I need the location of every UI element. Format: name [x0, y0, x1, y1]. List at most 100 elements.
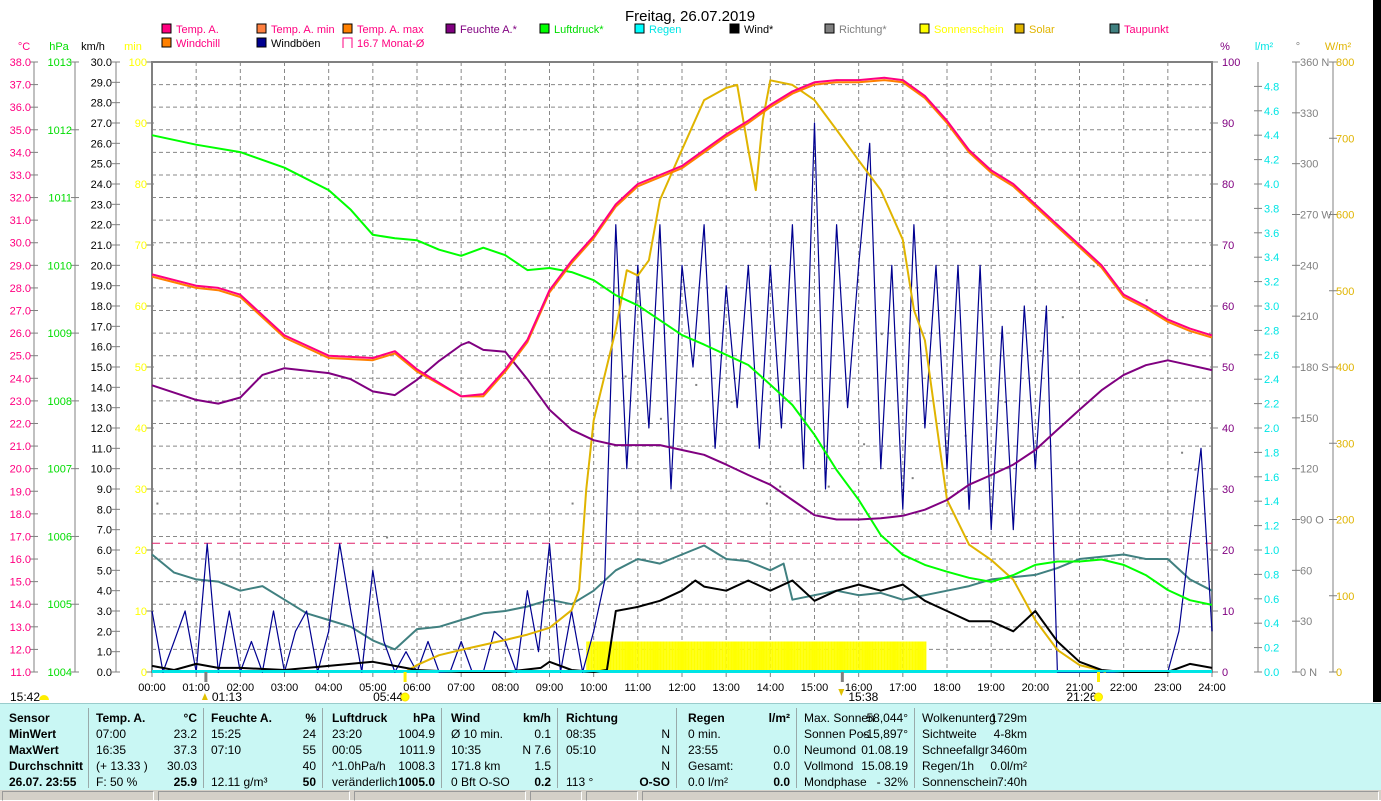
axis-tick-label: 17.0 — [91, 321, 112, 333]
axis-tick-label: 210 — [1300, 311, 1318, 323]
axis-tick-label: 1010 — [48, 260, 72, 272]
axis-tick-label: 300 — [1300, 159, 1318, 171]
row-label: 07:00 — [96, 727, 127, 741]
axis-tick-label: 14.0 — [91, 382, 112, 394]
row-label: Durchschnitt — [9, 759, 84, 773]
info-row: Regen/1h 0.0l/m² — [922, 758, 1027, 774]
axis-tick-label: 0 — [141, 667, 147, 679]
row-value: N — [661, 759, 670, 773]
row-value: 37.3 — [173, 743, 197, 757]
axis-tick-label: 13.0 — [10, 622, 31, 634]
axis-tick-label: 0 — [1336, 667, 1342, 679]
legend-item: 16.7 Monat-Ø — [342, 37, 425, 50]
info-row: Schneefallgr 3460m — [922, 742, 1027, 758]
column-header: Sensor — [9, 710, 82, 726]
axis-tick-label: 400 — [1336, 362, 1354, 374]
table-row: 15:25 24 — [211, 726, 316, 742]
info-label: Sonnen Pos — [804, 727, 870, 741]
table-row: MinWert — [9, 726, 82, 742]
axis-tick-label: 30 — [1222, 484, 1234, 496]
axis-rain: l/m² 0.0 0.2 0.4 0.6 0.8 1.0 1.2 1.4 1.6 1.8 2.0 2.2… — [1254, 41, 1279, 679]
axis-tick-label: 90 — [135, 118, 147, 130]
row-label: 0 Bft O-SO — [451, 775, 510, 789]
axis-tick-label: 17.0 — [10, 531, 31, 543]
axis-tick-label: 0.8 — [1264, 569, 1279, 581]
axis-tick-label: 3.2 — [1264, 277, 1279, 289]
direction-dot — [779, 485, 782, 488]
direction-dot — [863, 443, 866, 446]
time-marker-label: 15:38 — [848, 690, 878, 703]
row-value: 1.5 — [534, 759, 551, 773]
row-label: 16:35 — [96, 743, 127, 757]
axis-tick-label: 1.4 — [1264, 496, 1279, 508]
row-label: 26.07. 23:55 — [9, 775, 77, 789]
legend-swatch — [824, 23, 835, 34]
info-row: Wolkenunterg 1729m — [922, 710, 1027, 726]
legend-item: Wind* — [729, 23, 774, 36]
row-label: Ø 10 min. — [451, 727, 504, 741]
axis-tick-label: 270 W — [1300, 210, 1332, 222]
row-label: 23:20 — [332, 727, 363, 741]
axis-tick-label: 2.4 — [1264, 374, 1279, 386]
header-label: Feuchte A. — [211, 711, 272, 725]
axis-tick-label: 28.0 — [91, 98, 112, 110]
axis-tick-label: 300 — [1336, 438, 1354, 450]
axis-tick-label: 9.0 — [97, 484, 112, 496]
statistics-table: Sensor MinWert MaxWert Durchschnitt 26.07. 2… — [0, 703, 1381, 791]
axis-tick-label: 18.0 — [91, 301, 112, 313]
info-label: Sonnenschein — [922, 775, 999, 789]
axis-tick-label: 21.0 — [91, 240, 112, 252]
axis-tick-label: 38.0 — [10, 57, 31, 69]
axis-tick-label: 6.0 — [97, 545, 112, 557]
axis-tick-label: 1.0 — [97, 647, 112, 659]
axis-tick-label: 1013 — [48, 57, 72, 69]
axis-press: hPa 1004 1005 1006 1007 1008 1009 1010 1011 1012 1… — [48, 41, 79, 679]
time-marker-label: 15:42 — [10, 690, 40, 703]
row-value: 55 — [302, 743, 316, 757]
row-label: Gesamt: — [688, 759, 734, 773]
direction-dot — [624, 375, 627, 378]
x-tick-label: 04:00 — [315, 682, 343, 694]
info-label: Neumond — [804, 743, 857, 757]
direction-dot — [659, 417, 662, 420]
axis-tick-label: 34.0 — [10, 147, 31, 159]
table-row: 23:20 1004.9 — [332, 726, 435, 742]
direction-dot — [1181, 451, 1184, 454]
axis-tick-label: 25.0 — [10, 351, 31, 363]
axis-tick-label: 180 S — [1300, 362, 1329, 374]
row-label: 00:05 — [332, 743, 363, 757]
axis-tick-label: 70 — [1222, 240, 1234, 252]
row-label: 113 ° — [566, 775, 594, 789]
info-value: - 32% — [876, 775, 908, 789]
axis-tick-label: 33.0 — [10, 170, 31, 182]
legend-item: Solar — [1014, 23, 1055, 36]
row-label: MaxWert — [9, 743, 59, 757]
axis-tick-label: 1012 — [48, 125, 72, 137]
x-tick-label: 11:00 — [624, 682, 651, 694]
axis-dir: ° 0 N 30 60 90 O 120 150 180 S 210 240 270 W 300 330… — [1292, 41, 1332, 679]
axis-tick-label: 0.6 — [1264, 594, 1279, 606]
time-marker-label: 21:26 — [1066, 690, 1096, 703]
x-tick-label: 07:00 — [447, 682, 475, 694]
row-label: 0 min. — [688, 727, 721, 741]
table-row: N — [566, 758, 670, 774]
row-label: 05:10 — [566, 743, 597, 757]
x-tick-label: 15:00 — [801, 682, 829, 694]
axis-tick-label: 600 — [1336, 210, 1354, 222]
axis-tick-label: 16.0 — [10, 554, 31, 566]
direction-dot — [1092, 265, 1095, 268]
legend-item: Windböen — [256, 37, 321, 50]
info-value: 15.08.19 — [861, 759, 908, 773]
legend-label: Luftdruck* — [554, 24, 604, 36]
row-label: (+ 13.33 ) — [96, 759, 148, 773]
axis-tick-label: 3.0 — [97, 606, 112, 618]
legend-label: 16.7 Monat-Ø — [357, 38, 425, 50]
row-label: 15:25 — [211, 727, 242, 741]
row-label: 10:35 — [451, 743, 482, 757]
axis-tick-label: 1.6 — [1264, 472, 1279, 484]
table-row: 16:35 37.3 — [96, 742, 197, 758]
legend-item: Richtung* — [824, 23, 887, 36]
x-tick-label: 01:00 — [182, 682, 210, 694]
x-tick-label: 18:00 — [933, 682, 961, 694]
legend-swatch — [634, 23, 645, 34]
